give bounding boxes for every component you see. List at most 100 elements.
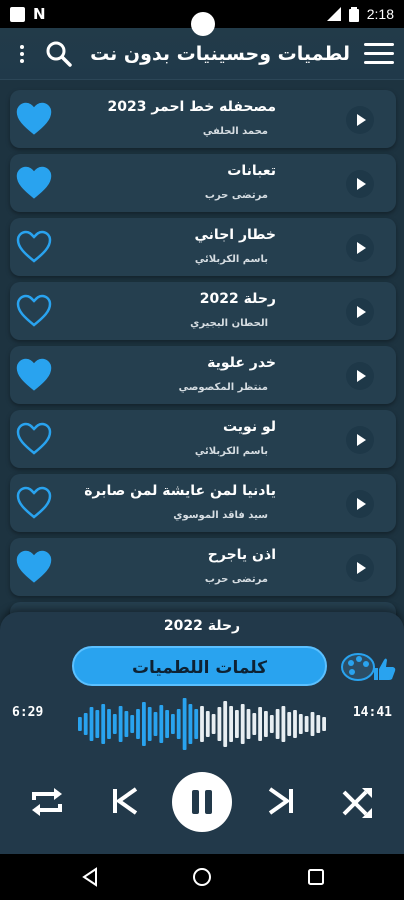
track-title: خطار اجاني (194, 227, 276, 243)
waveform-bar (112, 714, 117, 734)
waveform-bar (310, 712, 315, 736)
waveform-bar (205, 711, 210, 737)
track-artist: مرتضى حرب (204, 574, 268, 585)
track-title: خدر علوية (207, 355, 276, 371)
play-icon[interactable] (346, 298, 374, 326)
waveform-bar (101, 704, 106, 744)
shuffle-icon[interactable] (340, 784, 376, 820)
heart-outline-icon[interactable] (16, 422, 52, 456)
heart-outline-icon[interactable] (16, 294, 52, 328)
waveform-bar (223, 701, 228, 747)
waveform-bar (322, 717, 326, 731)
waveform-bar (200, 706, 204, 742)
waveform-bar (159, 705, 164, 743)
waveform-bar (171, 714, 175, 734)
track-title: رحلة 2022 (199, 291, 276, 307)
play-icon[interactable] (346, 170, 374, 198)
track-title: تعبانات (227, 163, 276, 179)
back-icon[interactable] (80, 867, 100, 887)
elapsed-time: 6:29 (12, 705, 44, 720)
waveform-bar (252, 713, 257, 735)
total-duration: 14:41 (352, 705, 392, 720)
heart-icon[interactable] (16, 166, 52, 200)
play-icon[interactable] (346, 426, 374, 454)
waveform-bar (188, 704, 193, 744)
repeat-icon[interactable] (28, 784, 66, 820)
lyrics-button[interactable]: كلمات اللطميات (72, 646, 327, 686)
waveform-bar (107, 709, 111, 739)
track-item[interactable]: خطار اجاني باسم الكربلائي (10, 218, 396, 276)
waveform-bar (217, 707, 222, 741)
waveform-bar (147, 707, 152, 741)
play-icon[interactable] (346, 554, 374, 582)
track-title: اذن ياجرح (207, 547, 276, 563)
waveform-bar (211, 714, 216, 734)
playback-controls (0, 770, 404, 840)
waveform-bar (264, 711, 268, 737)
heart-icon[interactable] (16, 358, 52, 392)
signal-icon (326, 7, 341, 21)
track-item[interactable]: لو نويت باسم الكربلائي (10, 410, 396, 468)
waveform-bar (229, 706, 233, 742)
track-title: لو نويت (222, 419, 276, 435)
waveform-bar (182, 698, 187, 750)
heart-icon[interactable] (16, 102, 52, 136)
track-artist: الحطان البجيري (190, 318, 268, 329)
waveform-bar (118, 706, 123, 742)
waveform-bar (293, 710, 297, 738)
recents-icon[interactable] (306, 867, 326, 887)
skip-previous-icon[interactable] (110, 786, 140, 816)
search-icon[interactable] (44, 39, 74, 69)
play-icon[interactable] (346, 490, 374, 518)
track-artist: مرتضى حرب (204, 190, 268, 201)
waveform-bar (298, 714, 303, 734)
notification-icon (10, 6, 25, 22)
track-item[interactable]: مصحفله خط احمر 2023 محمد الحلفي (10, 90, 396, 148)
waveform-bar (304, 716, 309, 732)
track-item[interactable]: رحلة 2022 الحطان البجيري (10, 282, 396, 340)
palette-like-icon[interactable] (340, 646, 396, 686)
waveform-bar (275, 709, 280, 739)
waveform-bar (95, 710, 100, 738)
waveform-bar (124, 711, 129, 737)
track-artist: محمد الحلفي (202, 126, 268, 137)
waveform-bar (153, 712, 158, 736)
track-artist: سيد فاقد الموسوي (173, 510, 268, 521)
waveform-bar (316, 715, 321, 733)
pause-button[interactable] (172, 772, 232, 832)
more-options-icon[interactable] (10, 44, 34, 63)
hamburger-menu-icon[interactable] (364, 43, 394, 64)
waveform-seekbar[interactable] (78, 694, 328, 754)
waveform-bar (130, 715, 135, 733)
track-artist: باسم الكربلائي (194, 254, 268, 265)
track-artist: منتظر المكصوصي (178, 382, 268, 393)
waveform-bar (83, 713, 88, 735)
n-icon: N (33, 5, 46, 23)
track-item[interactable]: خدر علوية منتظر المكصوصي (10, 346, 396, 404)
waveform-bar (176, 709, 181, 739)
track-item[interactable]: يادنيا لمن عايشة لمن صابرة سيد فاقد المو… (10, 474, 396, 532)
heart-outline-icon[interactable] (16, 486, 52, 520)
waveform-bar (194, 709, 199, 739)
clock: 2:18 (366, 6, 394, 22)
battery-icon (348, 6, 359, 22)
play-icon[interactable] (346, 106, 374, 134)
pause-icon (192, 790, 212, 814)
waveform-bar (281, 706, 286, 742)
home-icon[interactable] (192, 867, 212, 887)
track-item[interactable]: تعبانات مرتضى حرب (10, 154, 396, 212)
skip-next-icon[interactable] (266, 786, 296, 816)
play-icon[interactable] (346, 234, 374, 262)
waveform-bar (269, 715, 274, 733)
waveform-bar (78, 717, 82, 731)
app-title: لطميات وحسينيات بدون نت (90, 42, 350, 65)
track-item[interactable]: اذن ياجرح مرتضى حرب (10, 538, 396, 596)
track-title: مصحفله خط احمر 2023 (107, 99, 277, 115)
play-icon[interactable] (346, 362, 374, 390)
waveform-bar (235, 710, 239, 738)
waveform-bar (287, 712, 292, 736)
waveform-bar (142, 702, 146, 746)
waveform-bar (165, 710, 169, 738)
heart-icon[interactable] (16, 550, 52, 584)
heart-outline-icon[interactable] (16, 230, 52, 264)
